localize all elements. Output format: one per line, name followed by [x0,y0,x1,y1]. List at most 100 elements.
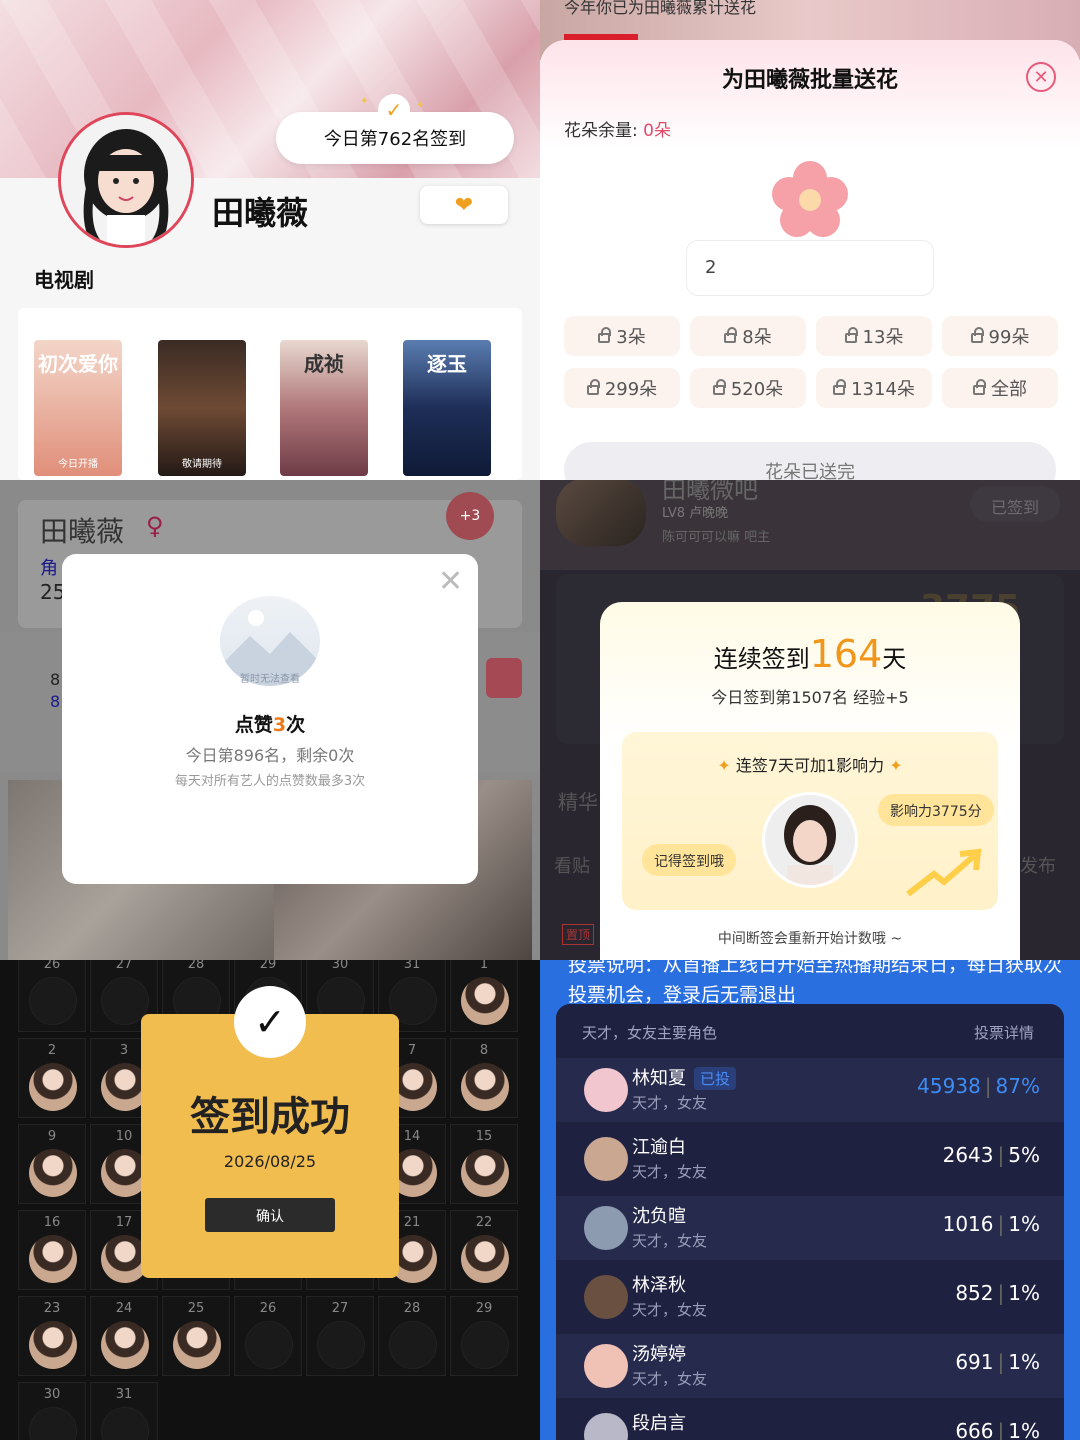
empty-avatar-icon [29,1407,77,1440]
follow-heart-button[interactable]: ❤ [420,186,508,224]
checkin-avatar-icon [29,1149,77,1197]
day-number: 28 [403,1301,421,1316]
calendar-day[interactable]: 28 [378,1296,446,1376]
chip-13[interactable]: 13朵 [816,316,932,356]
role-avatar [584,1275,628,1319]
checkin-avatar-icon [101,1321,149,1369]
section-title-tv: 电视剧 [34,268,94,292]
calendar-day[interactable]: 16 [18,1210,86,1290]
signed-button[interactable]: 已签到 [970,486,1060,522]
flower-quantity-input[interactable]: 2 [686,240,934,296]
empty-avatar-icon [29,977,77,1025]
voted-tag: 已投 [694,1067,737,1090]
chip-1314[interactable]: 1314朵 [816,368,932,408]
day-number: 29 [475,1301,493,1316]
vote-row[interactable]: 林知夏 已投 天才，女友 45938 | 87% [556,1058,1064,1122]
vote-detail-link[interactable]: 投票详情 [974,1022,1034,1043]
sparkle-icon: ✦ [889,756,903,775]
calendar-day[interactable]: 27 [306,1296,374,1376]
day-number: 15 [475,1129,493,1144]
bubble-reminder: 记得签到哦 [642,844,736,876]
calendar-day[interactable]: 22 [450,1210,518,1290]
chip-99[interactable]: 99朵 [942,316,1058,356]
calendar-day[interactable]: 23 [18,1296,86,1376]
drama-poster[interactable]: 敬请期待 [158,340,246,476]
calendar-day[interactable]: 15 [450,1124,518,1204]
chip-all[interactable]: 全部 [942,368,1058,408]
calendar-day[interactable]: 29 [450,1296,518,1376]
day-number: 30 [331,960,349,972]
vote-count: 1016 | 1% [942,1212,1040,1236]
send-button[interactable]: 花朵已送完 [564,442,1056,480]
checkin-avatar-icon [29,1321,77,1369]
role-avatar [584,1344,628,1388]
day-number: 1 [479,960,489,972]
star-name: 田曦薇 [212,194,309,232]
drama-poster[interactable]: 成祯 [280,340,368,476]
lock-icon [970,327,984,343]
checkin-avatar-icon [173,1321,221,1369]
vote-row[interactable]: 汤婷婷 天才，女友 691 | 1% [556,1334,1064,1398]
like-heart-badge[interactable]: +3 [446,492,494,540]
calendar-day[interactable]: 31 [90,1382,158,1440]
checkin-avatar-icon [461,1235,509,1283]
drama-list: 初次爱你 今日开播 敬请期待 成祯 逐玉 [18,308,522,480]
vote-count: 666 | 1% [955,1419,1040,1440]
role-avatar [584,1068,628,1112]
calendar-day[interactable]: 8 [450,1038,518,1118]
lock-icon [598,327,612,343]
vote-row[interactable]: 沈负暄 天才，女友 1016 | 1% [556,1196,1064,1260]
empty-avatar-icon [317,1321,365,1369]
drama-poster[interactable]: 逐玉 [403,340,491,476]
flower-total-text: 今年你已为田曦薇累计送花 [564,0,757,17]
chip-3[interactable]: 3朵 [564,316,680,356]
star-avatar [762,792,858,888]
calendar-day[interactable]: 24 [90,1296,158,1376]
calendar-day[interactable]: 26 [234,1296,302,1376]
vote-row[interactable]: 段启言 666 | 1% [556,1403,1064,1440]
calendar-day[interactable]: 2 [18,1038,86,1118]
lock-icon [973,379,986,395]
star-avatar[interactable] [58,112,194,248]
vote-header-left: 天才，女友主要角色 [582,1024,718,1042]
chip-8[interactable]: 8朵 [690,316,806,356]
day-number: 8 [479,1043,489,1058]
role-tags: 天才，女友 [632,1163,708,1181]
vote-count: 2643 | 5% [942,1143,1040,1167]
confirm-button[interactable]: 确认 [205,1198,335,1232]
calendar-day[interactable]: 9 [18,1124,86,1204]
calendar-day[interactable]: 25 [162,1296,230,1376]
trend-up-icon [906,848,982,897]
bubble-influence: 影响力3775分 [878,794,994,826]
like-count-title: 点赞3次 [234,714,306,736]
drama-poster[interactable]: 初次爱你 今日开播 [34,340,122,476]
day-number: 31 [115,1387,133,1402]
like-rank-text: 今日第896名，剩余0次 [185,746,355,765]
checkin-avatar-icon [29,1235,77,1283]
avatar [556,480,646,546]
streak-subtitle: 今日签到第1507名 经验+5 [711,688,909,707]
flower-remain: 花朵余量: 0朵 [564,121,671,141]
close-icon[interactable]: ✕ [438,564,463,599]
vote-hint: 投票说明：从首播上线日开始至热播期结束日，每日获取次投票机会，登录后无需退出 [568,960,1063,1006]
vote-row[interactable]: 林泽秋 天才，女友 852 | 1% [556,1265,1064,1329]
calendar-day[interactable]: 26 [18,960,86,1032]
vote-count: 691 | 1% [955,1350,1040,1374]
day-number: 28 [187,960,205,972]
role-tags: 天才，女友 [632,1301,708,1319]
empty-avatar-icon [461,1321,509,1369]
lock-icon [844,327,858,343]
checkin-avatar-icon [461,1063,509,1111]
day-number: 27 [331,1301,349,1316]
close-icon[interactable]: ✕ [1026,62,1056,92]
day-number: 24 [115,1301,133,1316]
chip-299[interactable]: 299朵 [564,368,680,408]
calendar-day[interactable]: 1 [450,960,518,1032]
star-profile-panel: 今日第762名签到 ✓ ✦ ✦ 田曦薇 ❤ 电视剧 初次爱你 今日开播 敬请期待… [0,0,540,480]
day-number: 25 [187,1301,205,1316]
vote-row[interactable]: 江逾白 天才，女友 2643 | 5% [556,1127,1064,1191]
chip-520[interactable]: 520朵 [690,368,806,408]
calendar-icon[interactable] [486,658,522,698]
day-number: 22 [475,1215,493,1230]
calendar-day[interactable]: 30 [18,1382,86,1440]
